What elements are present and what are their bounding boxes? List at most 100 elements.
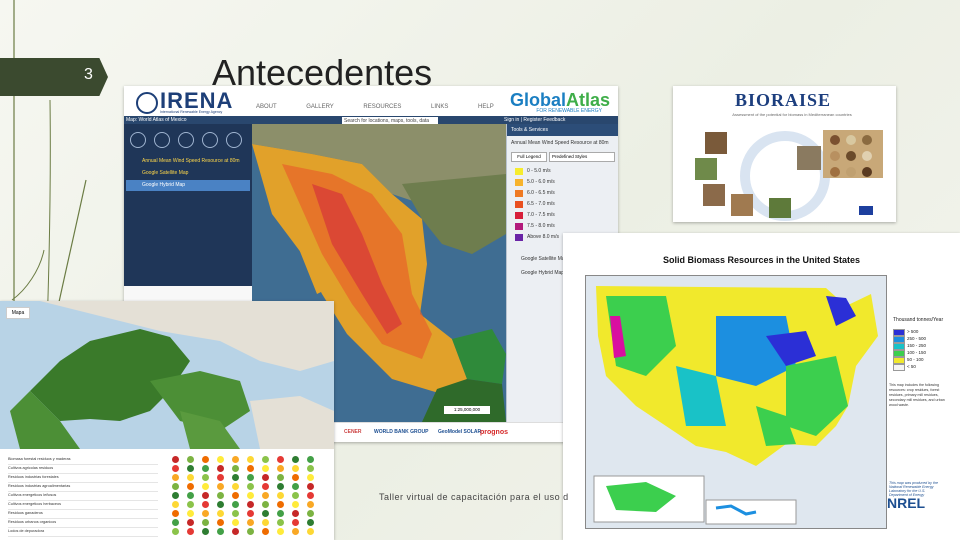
- status-dot: [202, 483, 209, 490]
- tools-panel-title: Tools & Services: [507, 124, 618, 136]
- layer-item-satellite[interactable]: Google Satellite Map: [126, 168, 250, 179]
- slide-footer: Taller virtual de capacitación para el u…: [379, 492, 569, 502]
- legend-swatch: [515, 179, 523, 186]
- right-layer-hybrid[interactable]: Google Hybrid Map: [521, 270, 564, 276]
- status-dot: [262, 456, 269, 463]
- status-dot: [232, 519, 239, 526]
- status-dot: [187, 492, 194, 499]
- status-dot: [187, 483, 194, 490]
- status-dot: [172, 510, 179, 517]
- status-dot: [277, 474, 284, 481]
- status-dot: [172, 483, 179, 490]
- status-dot: [217, 528, 224, 535]
- legend-swatch: [515, 190, 523, 197]
- europe-map-canvas[interactable]: Mapa: [0, 301, 334, 449]
- global-atlas-sub: FOR RENEWABLE ENERGY: [536, 108, 602, 114]
- legend-swatch: [515, 168, 523, 175]
- status-dot: [262, 510, 269, 517]
- status-dot: [232, 492, 239, 499]
- irena-menu[interactable]: ABOUT GALLERY RESOURCES LINKS HELP: [256, 104, 494, 110]
- us-biomass-map-screenshot: Solid Biomass Resources in the United St…: [563, 233, 960, 540]
- status-dot: [292, 528, 299, 535]
- status-dot: [187, 474, 194, 481]
- us-legend-title: Thousand tonnes/Year: [893, 317, 944, 323]
- biomass-table: Biomasa forestal residuos y maderas Culti…: [0, 449, 334, 540]
- status-dot: [277, 501, 284, 508]
- status-dot: [247, 510, 254, 517]
- status-dot: [172, 501, 179, 508]
- status-dot: [247, 492, 254, 499]
- status-dot: [187, 456, 194, 463]
- status-dot: [217, 492, 224, 499]
- us-legend-label: 150 - 250: [907, 343, 927, 348]
- status-dot: [217, 465, 224, 472]
- legend-label: 6.0 - 6.5 m/s: [527, 190, 555, 196]
- add-layer-icon[interactable]: [130, 132, 146, 148]
- status-dot: [262, 501, 269, 508]
- partner-prognos: prognos: [480, 429, 508, 436]
- status-dot: [202, 492, 209, 499]
- legend-label: Above 8.0 m/s: [527, 234, 559, 240]
- status-dot: [307, 474, 314, 481]
- scale-select[interactable]: 1:25,000,000: [444, 406, 490, 414]
- us-legend-label: 100 - 150: [907, 350, 927, 355]
- us-legend-swatch: [893, 350, 905, 357]
- layer-item-hybrid[interactable]: Google Hybrid Map: [126, 180, 250, 191]
- legend-label: 0 - 5.0 m/s: [527, 168, 551, 174]
- layer-panel: Map: World Atlas of Mexico Annual Mean W…: [124, 117, 252, 286]
- status-dot: [292, 492, 299, 499]
- status-dot: [232, 474, 239, 481]
- slide-number: 3: [84, 66, 93, 83]
- status-dot: [307, 510, 314, 517]
- status-dot: [232, 501, 239, 508]
- status-dot: [172, 474, 179, 481]
- legend-swatch: [515, 223, 523, 230]
- nrel-logo: NREL: [887, 495, 926, 511]
- status-dot: [292, 501, 299, 508]
- status-dot: [232, 456, 239, 463]
- us-legend-swatch: [893, 357, 905, 364]
- active-layer-label: Annual Mean Wind Speed Resource at 80m: [511, 140, 609, 146]
- us-map-title: Solid Biomass Resources in the United St…: [662, 255, 861, 265]
- status-dot: [247, 474, 254, 481]
- right-layer-satellite[interactable]: Google Satellite Map: [521, 256, 567, 262]
- table-row[interactable]: Lodos de depuradora: [8, 527, 158, 537]
- share-icon[interactable]: [226, 132, 242, 148]
- status-dot: [262, 465, 269, 472]
- status-dot: [292, 510, 299, 517]
- print-icon[interactable]: [202, 132, 218, 148]
- status-dot: [172, 528, 179, 535]
- status-dot: [292, 519, 299, 526]
- biomass-photo-collage: [695, 130, 883, 221]
- status-dot: [247, 465, 254, 472]
- partner-worldbank: WORLD BANK GROUP: [374, 429, 429, 435]
- save-icon[interactable]: [178, 132, 194, 148]
- status-dot: [307, 528, 314, 535]
- layer-item-wind[interactable]: Annual Mean Wind Speed Resource at 80m: [126, 156, 250, 167]
- status-dot: [262, 519, 269, 526]
- us-legend-swatch: [893, 336, 905, 343]
- status-dot: [292, 456, 299, 463]
- status-dot: [202, 519, 209, 526]
- status-dot: [232, 483, 239, 490]
- map-type-control[interactable]: Mapa: [6, 307, 30, 319]
- irena-logo-icon: [136, 92, 158, 114]
- status-dot: [202, 528, 209, 535]
- edit-icon[interactable]: [154, 132, 170, 148]
- us-county-map: [586, 276, 886, 528]
- status-dot: [187, 519, 194, 526]
- status-dot: [232, 528, 239, 535]
- status-dot: [277, 456, 284, 463]
- status-dot: [307, 465, 314, 472]
- signin-links[interactable]: Sign in | Register Feedback: [504, 117, 565, 123]
- us-map-note: This map includes the following resource…: [889, 383, 945, 407]
- status-dot: [172, 456, 179, 463]
- full-legend-button[interactable]: Full Legend: [511, 152, 547, 162]
- europe-biomass-map-screenshot: Mapa Biomasa forestal residuos y maderas…: [0, 301, 334, 540]
- status-dot: [292, 465, 299, 472]
- legend-swatch: [515, 201, 523, 208]
- legend-swatch: [515, 212, 523, 219]
- status-dot: [232, 510, 239, 517]
- status-dot: [247, 483, 254, 490]
- style-select[interactable]: Predefined Styles: [549, 152, 615, 162]
